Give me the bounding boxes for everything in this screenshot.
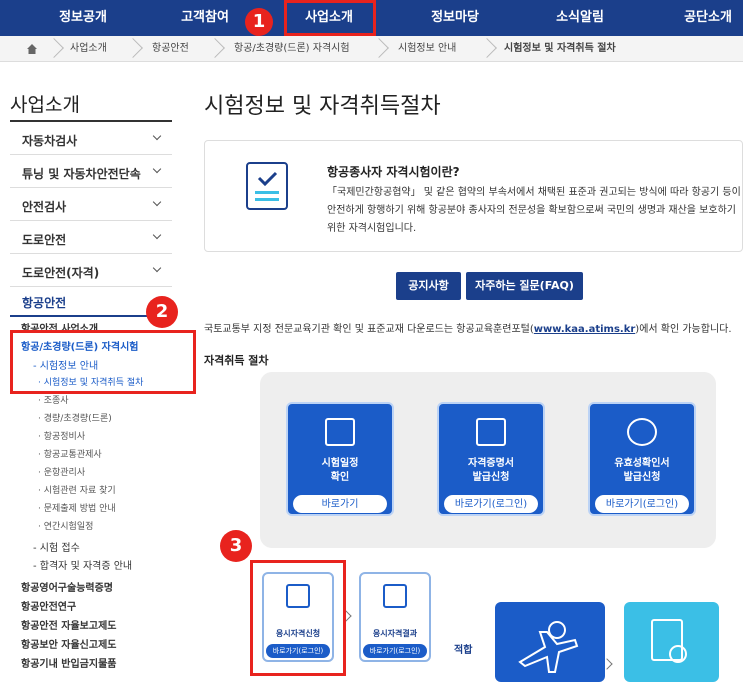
airplane-icon (518, 621, 579, 673)
info-text-line: 위한 자격시험입니다. (327, 223, 417, 234)
checklist-icon (383, 584, 407, 608)
submenu-light-drone[interactable]: · 경량/초경량(드론) (38, 411, 112, 424)
info-text-line: 「국제민간항공협약」 및 같은 협약의 부속서에서 채택된 표준과 권고되는 방… (327, 187, 741, 198)
step-result[interactable]: 응시자격결과 바로가기(로그인) (359, 572, 431, 662)
card-title: 발급신청 (472, 472, 510, 483)
info-title: 항공종사자 자격시험이란? (327, 165, 460, 179)
annotation-badge-3: 3 (220, 530, 252, 562)
sidebar-item-road-safety[interactable]: 도로안전 (10, 221, 172, 254)
sidebar-item-tuning[interactable]: 튜닝 및 자동차안전단속 (10, 155, 172, 188)
chevron-down-icon (152, 164, 162, 174)
breadcrumb-separator (477, 38, 497, 58)
breadcrumb-item[interactable]: 시험정보 안내 (398, 36, 456, 62)
submenu-pass-info[interactable]: - 합격자 및 자격증 안내 (33, 557, 132, 572)
chevron-down-icon (152, 263, 162, 273)
section-title: 자격취득 절차 (204, 354, 269, 367)
card-title: 확인 (330, 472, 350, 483)
submenu-dispatcher[interactable]: · 운항관리사 (38, 465, 85, 478)
submenu-mechanic[interactable]: · 항공정비사 (38, 429, 85, 442)
submenu-security-report[interactable]: 항공보안 자율신고제도 (21, 636, 116, 651)
breadcrumb-item[interactable]: 항공안전 (152, 36, 189, 62)
chevron-down-icon (152, 230, 162, 240)
sidebar-item-safety-inspection[interactable]: 안전검사 (10, 188, 172, 221)
card-exam-schedule[interactable]: 시험일정 확인 바로가기 (286, 402, 394, 516)
step-airplane (495, 602, 605, 682)
page-title: 시험정보 및 자격취득절차 (204, 94, 441, 119)
sidebar-item-label: 튜닝 및 자동차안전단속 (22, 167, 141, 181)
home-icon[interactable] (26, 43, 38, 55)
card-title: 유효성확인서 (614, 458, 670, 469)
portal-link[interactable]: www.kaa.atims.kr (534, 324, 636, 335)
highlight-box-1 (284, 0, 376, 36)
sidebar-item-label: 도로안전(자격) (22, 266, 100, 280)
notice-button[interactable]: 공지사항 (396, 272, 461, 300)
sidebar-item-road-safety-qual[interactable]: 도로안전(자격) (10, 254, 172, 287)
breadcrumb-separator (44, 38, 64, 58)
card-certificate[interactable]: 자격증명서 발급신청 바로가기(로그인) (437, 402, 545, 516)
go-login-button[interactable]: 바로가기(로그인) (443, 494, 539, 514)
chevron-down-icon (152, 197, 162, 207)
portal-notice-prefix: 국토교통부 지정 전문교육기관 확인 및 표준교재 다운로드는 항공교육훈련포털… (204, 324, 534, 335)
calendar-icon (325, 418, 355, 446)
annotation-badge-2: 2 (146, 296, 178, 328)
submenu-materials[interactable]: · 시험관련 자료 찾기 (38, 483, 116, 496)
annotation-badge-1: 1 (245, 8, 273, 36)
sidebar-item-vehicle-inspection[interactable]: 자동차검사 (10, 122, 172, 155)
breadcrumb-separator (205, 38, 225, 58)
card-title: 발급신청 (623, 472, 661, 483)
breadcrumb-separator (123, 38, 143, 58)
nav-news[interactable]: 소식알림 (556, 0, 604, 36)
highlight-box-2 (10, 330, 196, 394)
submenu-question-method[interactable]: · 문제출제 방법 안내 (38, 501, 116, 514)
submenu-english[interactable]: 항공영어구술능력증명 (21, 579, 113, 594)
step-label: 응시자격결과 (372, 629, 418, 638)
card-title: 자격증명서 (468, 458, 514, 469)
chevron-down-icon (152, 131, 162, 141)
id-card-icon (476, 418, 506, 446)
breadcrumb-item[interactable]: 항공/초경량(드론) 자격시험 (234, 36, 350, 62)
breadcrumb-current[interactable]: 시험정보 및 자격취득 절차 (504, 36, 616, 62)
sidebar-item-label: 자동차검사 (22, 134, 78, 148)
portal-notice-suffix: )에서 확인 가능합니다. (635, 324, 732, 335)
portal-notice: 국토교통부 지정 전문교육기관 확인 및 표준교재 다운로드는 항공교육훈련포털… (204, 320, 732, 335)
breadcrumb-separator (369, 38, 389, 58)
sidebar-item-label: 항공안전 (22, 296, 67, 310)
go-button[interactable]: 바로가기 (292, 494, 388, 514)
faq-button[interactable]: 자주하는 질문(FAQ) (466, 272, 583, 300)
sidebar-title: 사업소개 (10, 94, 80, 116)
go-login-button[interactable]: 바로가기(로그인) (594, 494, 690, 514)
breadcrumb: 사업소개 항공안전 항공/초경량(드론) 자격시험 시험정보 안내 시험정보 및… (0, 36, 743, 62)
submenu-prohibited-items[interactable]: 항공기내 반입금지물품 (21, 655, 116, 670)
sidebar-item-label: 안전검사 (22, 200, 67, 214)
submenu-annual-schedule[interactable]: · 연간시험일정 (38, 519, 93, 532)
nav-info-plaza[interactable]: 정보마당 (431, 0, 479, 36)
document-search-icon (651, 619, 687, 663)
badge-icon (627, 418, 657, 446)
checklist-icon (246, 162, 288, 210)
info-text-line: 안전하게 항행하기 위해 항공분야 종사자의 전문성을 확보함으로써 국민의 생… (327, 205, 736, 216)
submenu-research[interactable]: 항공안전연구 (21, 598, 76, 613)
breadcrumb-item[interactable]: 사업소개 (70, 36, 107, 62)
step-document (624, 602, 719, 682)
nav-about[interactable]: 공단소개 (684, 0, 732, 36)
submenu-pilot[interactable]: · 조종사 (38, 393, 69, 406)
submenu-exam-apply[interactable]: - 시험 접수 (33, 539, 80, 554)
submenu-atc[interactable]: · 항공교통관제사 (38, 447, 102, 460)
card-validity[interactable]: 유효성확인서 발급신청 바로가기(로그인) (588, 402, 696, 516)
go-login-button[interactable]: 바로가기(로그인) (363, 644, 427, 658)
nav-info-disclosure[interactable]: 정보공개 (59, 0, 107, 36)
pass-label: 적합 (454, 645, 473, 656)
highlight-box-3 (250, 560, 346, 676)
nav-customer[interactable]: 고객참여 (181, 0, 229, 36)
submenu-self-report[interactable]: 항공안전 자율보고제도 (21, 617, 116, 632)
card-title: 시험일정 (321, 458, 359, 469)
sidebar-item-label: 도로안전 (22, 233, 67, 247)
